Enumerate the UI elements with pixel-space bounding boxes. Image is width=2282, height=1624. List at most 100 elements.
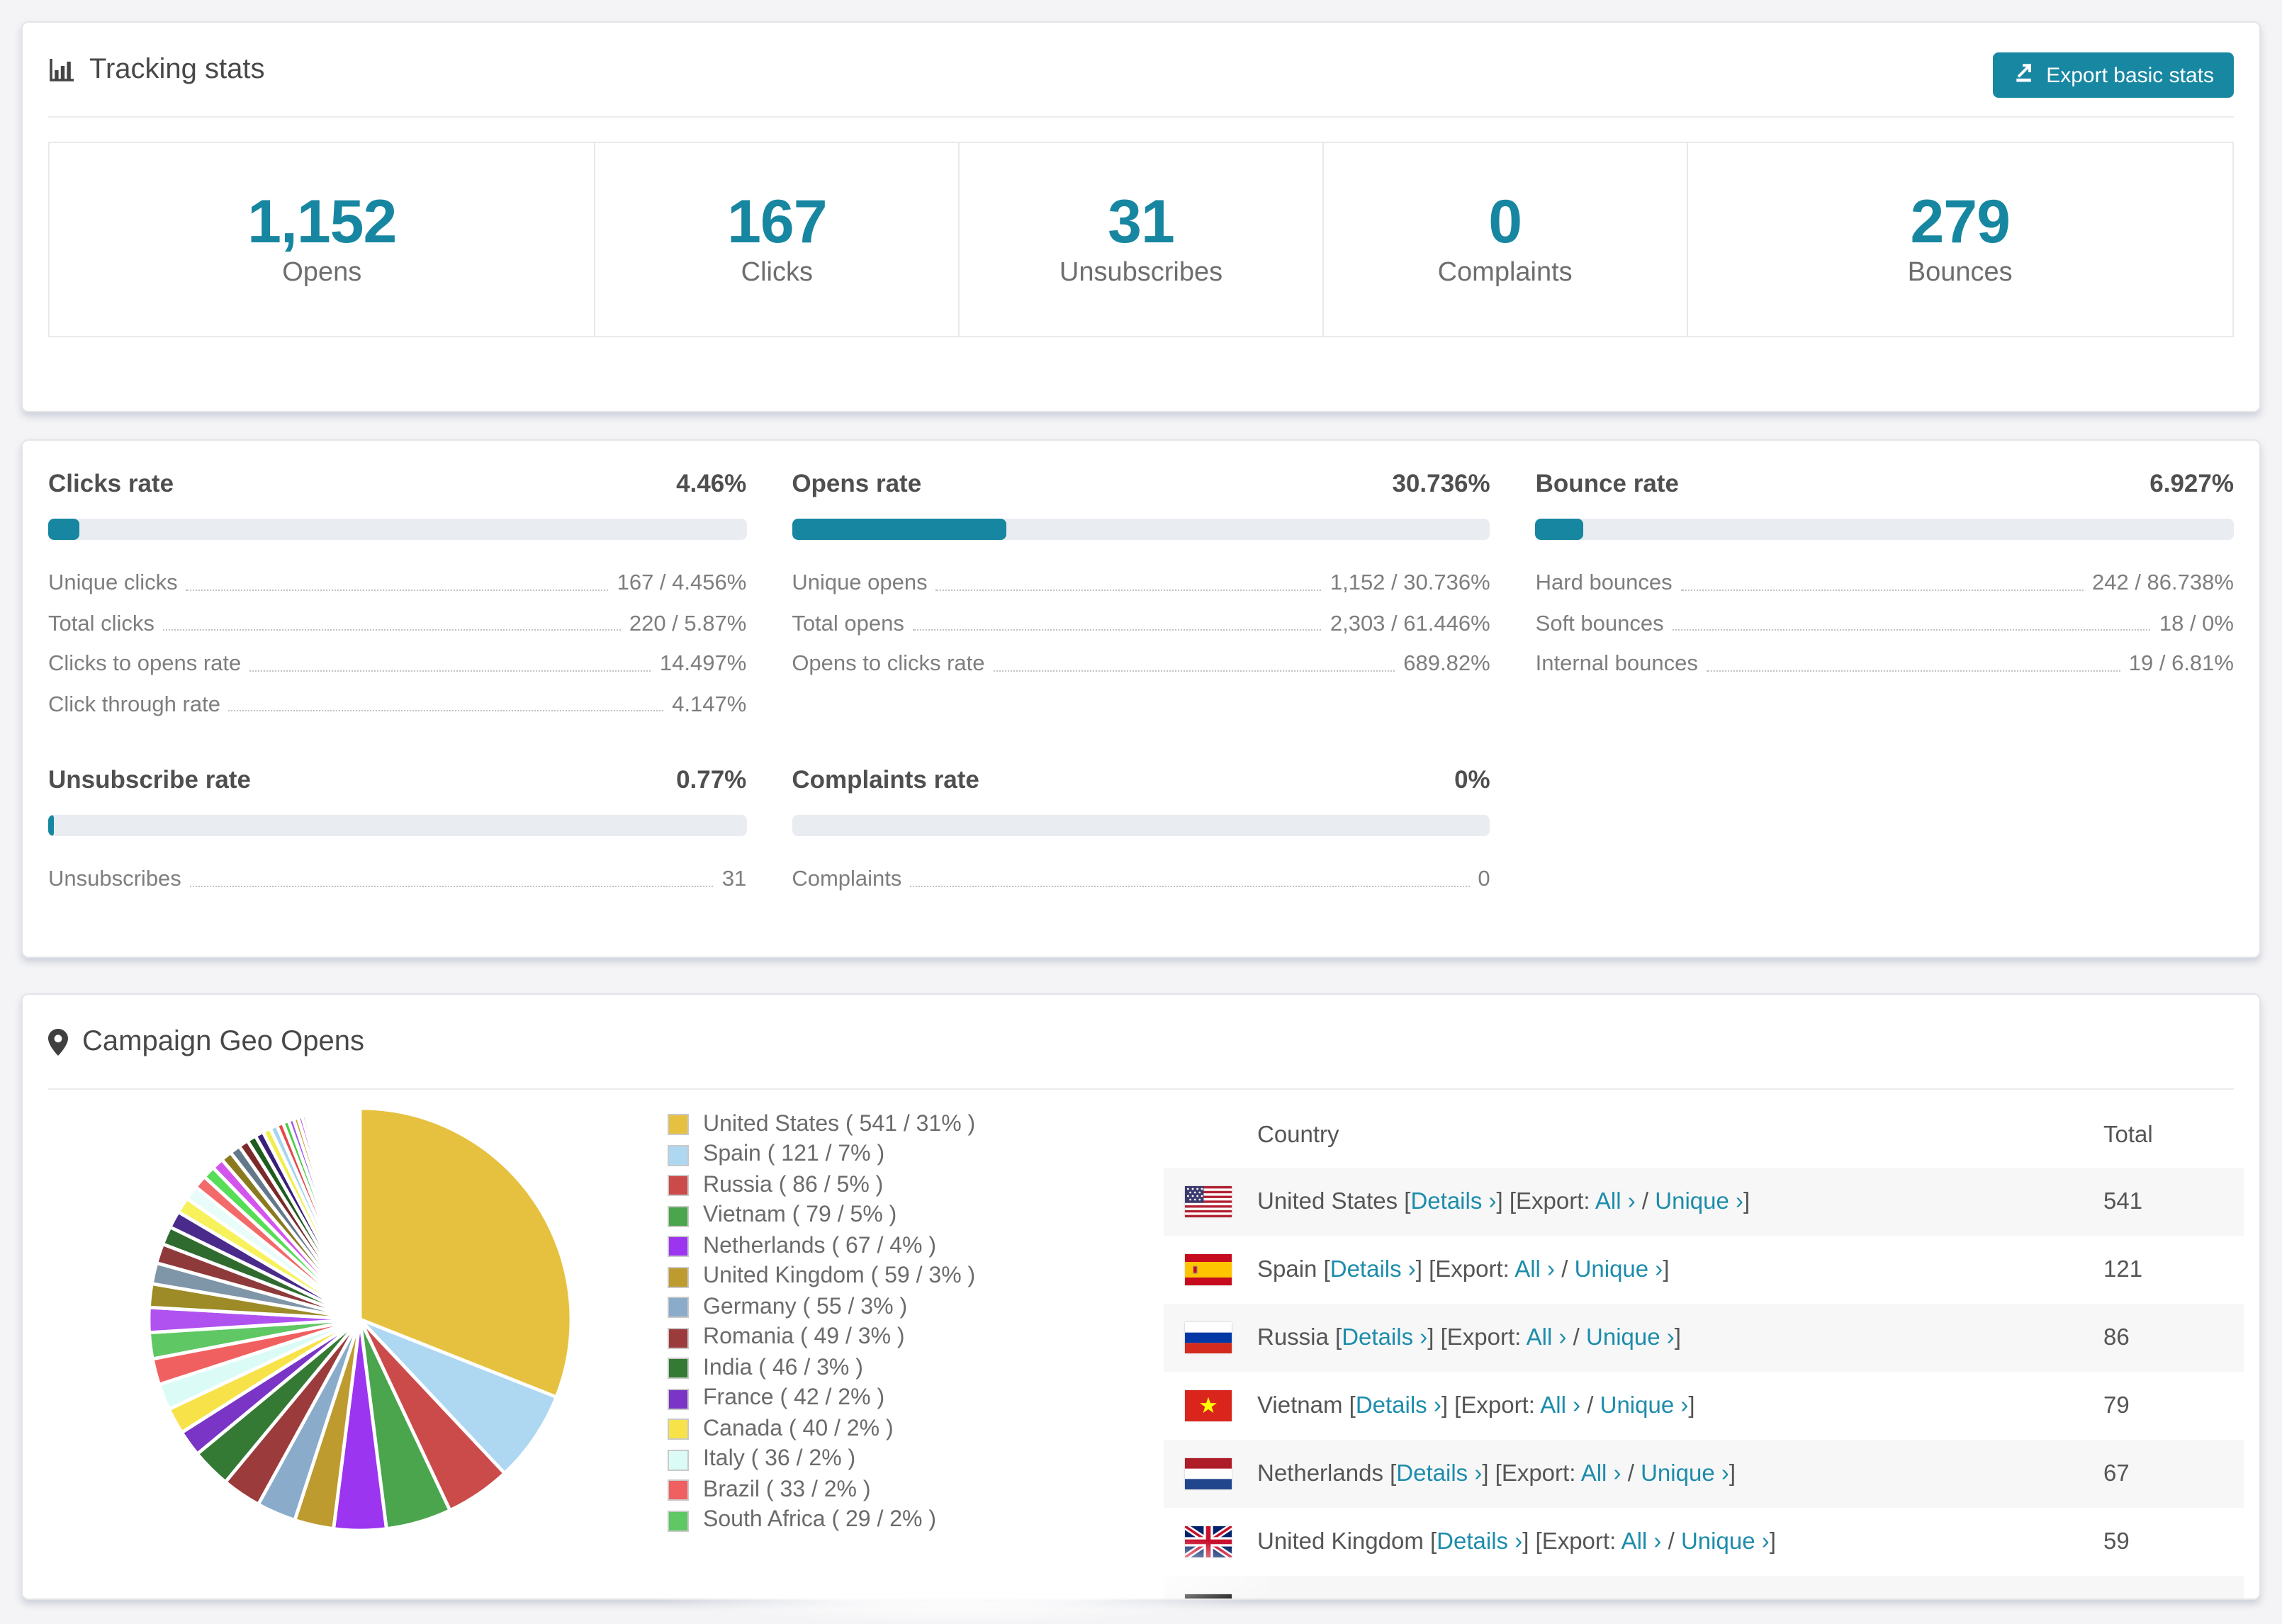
metric-label: Unique clicks: [48, 571, 178, 596]
export-all-link[interactable]: All ›: [1527, 1324, 1567, 1350]
metric-row: Total clicks 220 / 5.87%: [48, 604, 746, 645]
metric-row: Internal bounces 19 / 6.81%: [1536, 645, 2234, 685]
metric-list: Unsubscribes 31: [48, 860, 746, 901]
total-value: 55: [2103, 1596, 2244, 1598]
metric-list: Hard bounces 242 / 86.738% Soft bounces 18 …: [1536, 564, 2234, 685]
column-header-total: Total: [2103, 1122, 2153, 1148]
rate-section: Clicks rate 4.46% Unique clicks 167 / 4.456…: [48, 469, 747, 726]
legend-item[interactable]: Vietnam ( 79 / 5% ): [668, 1201, 975, 1231]
legend-item[interactable]: United States ( 541 / 31% ): [668, 1110, 975, 1140]
legend-item[interactable]: Canada ( 40 / 2% ): [668, 1414, 975, 1445]
legend-item[interactable]: Italy ( 36 / 2% ): [668, 1445, 975, 1475]
legend-label: Brazil ( 33 / 2% ): [703, 1477, 871, 1502]
details-link[interactable]: Details ›: [1356, 1392, 1441, 1418]
country-cell: Russia [Details ›] [Export: All › / Uniq…: [1257, 1324, 1681, 1350]
legend-item[interactable]: India ( 46 / 3% ): [668, 1353, 975, 1384]
export-all-link[interactable]: All ›: [1514, 1256, 1555, 1282]
legend-swatch: [668, 1144, 689, 1166]
export-unique-link[interactable]: Unique ›: [1655, 1188, 1743, 1214]
progress-bar: [48, 815, 747, 836]
metric-row: Click through rate 4.147%: [48, 685, 746, 726]
export-all-link[interactable]: All ›: [1581, 1460, 1621, 1486]
legend-item[interactable]: Netherlands ( 67 / 4% ): [668, 1231, 975, 1262]
export-unique-link[interactable]: Unique ›: [1641, 1460, 1729, 1486]
metric-label: Opens to clicks rate: [792, 652, 985, 677]
country-cell: Spain [Details ›] [Export: All › / Uniqu…: [1257, 1256, 1670, 1282]
progress-fill: [48, 815, 54, 836]
progress-fill: [792, 519, 1007, 540]
legend-item[interactable]: Romania ( 49 / 3% ): [668, 1323, 975, 1353]
legend-item[interactable]: France ( 42 / 2% ): [668, 1384, 975, 1414]
export-unique-link[interactable]: Unique ›: [1611, 1596, 1699, 1598]
flag-gb-icon: [1185, 1526, 1232, 1557]
legend-item[interactable]: Spain ( 121 / 7% ): [668, 1140, 975, 1171]
details-link[interactable]: Details ›: [1437, 1528, 1522, 1554]
metric-label: Complaints: [792, 867, 902, 892]
rate-value: 30.736%: [1392, 469, 1490, 497]
flag-vn-icon: [1185, 1390, 1232, 1421]
legend-swatch: [668, 1510, 689, 1532]
legend-item[interactable]: United Kingdom ( 59 / 3% ): [668, 1262, 975, 1292]
legend-item[interactable]: South Africa ( 29 / 2% ): [668, 1506, 975, 1536]
rates-card: Clicks rate 4.46% Unique clicks 167 / 4.456…: [21, 439, 2261, 958]
total-value: 121: [2103, 1256, 2143, 1282]
stat-box: 1,152 Opens: [48, 142, 596, 337]
rate-section: Unsubscribe rate 0.77% Unsubscribes 31: [48, 765, 747, 901]
export-basic-stats-button[interactable]: Export basic stats: [1992, 52, 2234, 98]
dashboard: Tracking stats Export basic stats 1,152 O…: [0, 0, 2282, 1624]
export-unique-link[interactable]: Unique ›: [1575, 1256, 1663, 1282]
stat-label: Complaints: [1437, 258, 1573, 288]
metric-value: 14.497%: [659, 652, 747, 677]
legend-item[interactable]: Germany ( 55 / 3% ): [668, 1292, 975, 1323]
metric-leader: [993, 670, 1395, 672]
geo-pie-chart[interactable]: [145, 1104, 575, 1535]
progress-bar: [792, 519, 1490, 540]
metric-list: Unique opens 1,152 / 30.736% Total opens 2,…: [792, 564, 1490, 685]
metric-row: Soft bounces 18 / 0%: [1536, 604, 2234, 645]
metric-label: Total opens: [792, 611, 904, 636]
stat-box: 0 Complaints: [1322, 142, 1688, 337]
table-row: Russia [Details ›] [Export: All › / Uniq…: [1164, 1304, 2244, 1372]
metric-leader: [186, 589, 609, 591]
tracking-stats-header: Tracking stats Export basic stats: [48, 23, 2234, 118]
export-all-link[interactable]: All ›: [1551, 1596, 1592, 1598]
legend-swatch: [668, 1449, 689, 1471]
rate-heading: Bounce rate 6.927%: [1536, 469, 2234, 500]
metric-list: Complaints 0: [792, 860, 1490, 901]
metric-leader: [189, 885, 714, 887]
progress-bar: [48, 519, 747, 540]
export-unique-link[interactable]: Unique ›: [1586, 1324, 1675, 1350]
legend-swatch: [668, 1419, 689, 1440]
rate-heading: Clicks rate 4.46%: [48, 469, 746, 500]
metric-row: Total opens 2,303 / 61.446%: [792, 604, 1490, 645]
rate-section: Opens rate 30.736% Unique opens 1,152 / 30.…: [792, 469, 1490, 726]
progress-bar: [1535, 519, 2234, 540]
column-header-country: Country: [1257, 1122, 1339, 1148]
export-all-link[interactable]: All ›: [1540, 1392, 1580, 1418]
details-link[interactable]: Details ›: [1342, 1324, 1427, 1350]
metric-value: 167 / 4.456%: [617, 571, 747, 596]
progress-fill: [48, 519, 79, 540]
stat-value: 1,152: [247, 188, 397, 256]
legend-item[interactable]: Brazil ( 33 / 2% ): [668, 1475, 975, 1506]
legend-item[interactable]: Russia ( 86 / 5% ): [668, 1171, 975, 1201]
details-link[interactable]: Details ›: [1410, 1188, 1496, 1214]
export-all-link[interactable]: All ›: [1621, 1528, 1662, 1554]
table-row: United States [Details ›] [Export: All ›…: [1164, 1168, 2244, 1236]
metric-value: 1,152 / 30.736%: [1330, 571, 1490, 596]
metric-leader: [1672, 629, 2151, 631]
export-all-link[interactable]: All ›: [1595, 1188, 1636, 1214]
metric-leader: [162, 629, 621, 631]
legend-label: India ( 46 / 3% ): [703, 1355, 863, 1380]
legend-swatch: [668, 1358, 689, 1380]
rate-heading: Opens rate 30.736%: [792, 469, 1490, 500]
table-header-row: Country Total: [1164, 1104, 2244, 1168]
details-link[interactable]: Details ›: [1330, 1256, 1416, 1282]
geo-body: United States ( 541 / 31% ) Spain ( 121 /…: [23, 1090, 2259, 1598]
export-unique-link[interactable]: Unique ›: [1681, 1528, 1770, 1554]
export-icon: [2012, 61, 2035, 89]
details-link[interactable]: Details ›: [1366, 1596, 1452, 1598]
details-link[interactable]: Details ›: [1396, 1460, 1482, 1486]
export-unique-link[interactable]: Unique ›: [1600, 1392, 1689, 1418]
stat-value: 31: [1108, 188, 1175, 256]
